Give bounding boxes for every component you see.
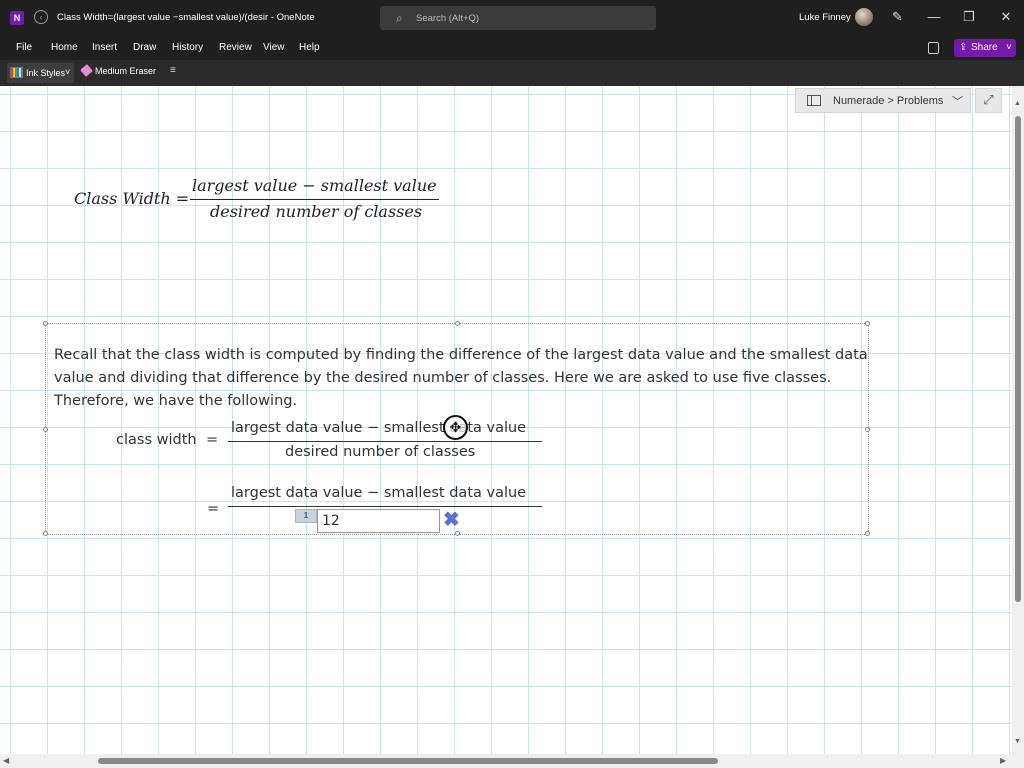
resize-handle[interactable] <box>865 427 870 432</box>
move-cursor-icon: ✥ <box>443 415 468 440</box>
equation1-denominator: desired number of classes <box>285 444 476 460</box>
expand-icon[interactable]: ⤢ <box>975 88 1002 113</box>
scroll-left-icon[interactable]: ◀ <box>3 756 9 765</box>
breadcrumb-text: Numerade > Problems <box>833 95 944 107</box>
resize-handle[interactable] <box>865 321 870 326</box>
formula-numerator: largest value − smallest value <box>192 176 437 195</box>
ribbon-toolbar: Ink Styles ˅ Medium Eraser <box>0 60 1024 86</box>
explanation-paragraph: Recall that the class width is computed … <box>54 347 868 409</box>
chevron-down-icon: ˅ <box>1006 42 1012 53</box>
scroll-up-icon[interactable]: ▲ <box>1014 100 1021 107</box>
menu-history[interactable]: History <box>172 42 203 53</box>
fraction-bar <box>228 506 542 507</box>
ink-styles-icon <box>10 67 23 78</box>
menu-file[interactable]: File <box>16 42 32 53</box>
resize-handle[interactable] <box>455 531 460 536</box>
ink-styles-label: Ink Styles <box>26 68 66 78</box>
menu-review[interactable]: Review <box>219 42 252 53</box>
equals-sign: = <box>207 501 220 517</box>
back-icon[interactable]: ‹ <box>34 10 48 24</box>
share-label: Share <box>971 42 998 53</box>
chevron-down-icon: ﹀ <box>952 96 963 108</box>
menu-help[interactable]: Help <box>299 42 320 53</box>
medium-eraser-label[interactable]: Medium Eraser <box>95 66 156 76</box>
search-input[interactable]: Search (Alt+Q) <box>416 13 479 24</box>
ink-styles-button[interactable]: Ink Styles ˅ <box>7 63 74 83</box>
resize-handle[interactable] <box>865 531 870 536</box>
menu-home[interactable]: Home <box>51 42 78 53</box>
search-box[interactable]: ⌕ Search (Alt+Q) <box>380 6 656 30</box>
resize-handle[interactable] <box>455 321 460 326</box>
share-icon: ⇪ <box>959 42 968 53</box>
content-container[interactable]: Recall that the class width is computed … <box>43 321 870 536</box>
close-button[interactable]: ✕ <box>996 9 1016 25</box>
fraction-bar <box>228 441 542 442</box>
scroll-right-icon[interactable]: ▶ <box>1000 756 1006 765</box>
vertical-scroll-thumb[interactable] <box>1015 116 1021 602</box>
minimize-button[interactable]: — <box>924 9 944 24</box>
chevron-down-icon: ˅ <box>65 67 71 77</box>
avatar[interactable] <box>855 8 873 26</box>
horizontal-scroll-thumb[interactable] <box>98 758 718 764</box>
incorrect-x-icon: ✖ <box>443 509 460 531</box>
more-options-icon[interactable]: ≡ <box>170 65 176 76</box>
user-name[interactable]: Luke Finney <box>799 12 851 23</box>
menu-view[interactable]: View <box>263 42 285 53</box>
horizontal-scrollbar[interactable]: ◀ ▶ <box>0 754 1024 768</box>
note-canvas[interactable]: Numerade > Problems ﹀ ⤢ Class Width = la… <box>0 86 1012 754</box>
answer-input[interactable]: 12 <box>317 509 440 533</box>
equation1-numerator: largest data value − smallest data value <box>231 420 527 436</box>
onenote-app-icon: N <box>10 11 24 25</box>
equation2-numerator: largest data value − smallest data value <box>231 485 527 501</box>
menu-draw[interactable]: Draw <box>133 42 156 53</box>
formula-lhs: Class Width = <box>74 189 190 208</box>
class-width-label: class width <box>116 432 197 448</box>
vertical-scrollbar[interactable]: ▲ ▼ <box>1012 86 1024 754</box>
breadcrumb[interactable]: Numerade > Problems ﹀ <box>795 88 971 113</box>
fraction-bar <box>190 199 439 200</box>
share-button[interactable]: ⇪ Share ˅ <box>954 39 1016 57</box>
equals-sign: = <box>206 432 219 448</box>
formula-denominator: desired number of classes <box>210 202 423 221</box>
menu-insert[interactable]: Insert <box>92 42 117 53</box>
search-icon: ⌕ <box>396 11 403 25</box>
restore-button[interactable]: ❐ <box>959 9 979 25</box>
menu-bar: File Home Insert Draw History Review Vie… <box>0 36 1024 60</box>
window-title: Class Width=(largest value −smallest val… <box>57 12 315 23</box>
pen-icon[interactable]: ✎ <box>892 9 903 25</box>
scroll-down-icon[interactable]: ▼ <box>1014 738 1021 745</box>
answer-badge: 1 <box>295 509 317 523</box>
title-bar: N ‹ Class Width=(largest value −smallest… <box>0 0 1024 36</box>
notebook-icon[interactable] <box>928 42 939 54</box>
resize-handle[interactable] <box>43 321 48 326</box>
page-icon <box>807 95 821 106</box>
resize-handle[interactable] <box>43 531 48 536</box>
resize-handle[interactable] <box>43 427 48 432</box>
